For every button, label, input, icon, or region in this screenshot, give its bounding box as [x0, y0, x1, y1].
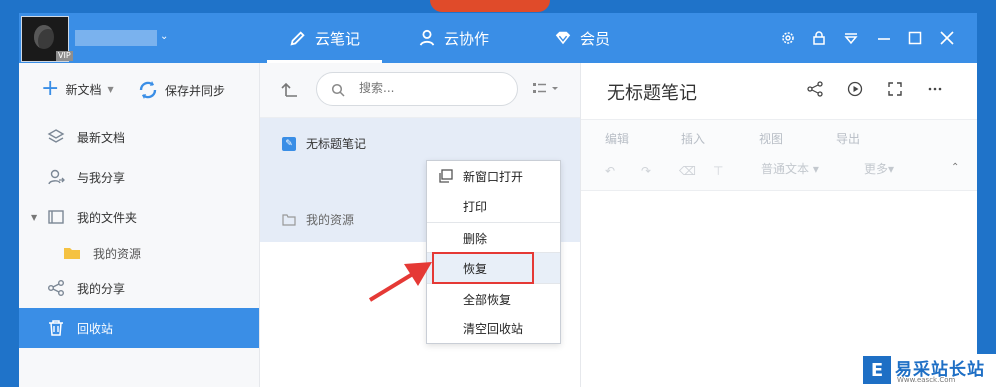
sidebar-item-label: 我的文件夹: [77, 210, 138, 225]
view-mode-button[interactable]: [532, 81, 562, 97]
eraser-icon[interactable]: ⌫: [679, 164, 696, 178]
list-item-folder[interactable]: 我的资源: [282, 211, 354, 228]
desktop-background: [430, 0, 550, 12]
sidebar-item-recent[interactable]: 最新文档: [19, 118, 259, 156]
menu-insert[interactable]: 插入: [681, 130, 705, 147]
context-item-label: 打印: [463, 199, 488, 214]
search-box[interactable]: [316, 72, 518, 106]
tab-collaboration[interactable]: 云协作: [418, 13, 489, 63]
sidebar: + 新文档 ▼ 保存并同步 最新文档 与我分享 ▼ 我的文件夹 我的资源 我的分…: [19, 63, 260, 387]
share-icon[interactable]: [807, 81, 823, 97]
search-input[interactable]: [357, 80, 501, 96]
list-toolbar: [260, 63, 580, 118]
download-icon[interactable]: [843, 30, 859, 46]
sidebar-item-label: 最新文档: [77, 130, 126, 145]
sidebar-item-label: 回收站: [77, 321, 114, 336]
folder-outline-icon: [282, 213, 296, 226]
context-item-label: 全部恢复: [463, 292, 512, 307]
more-icon[interactable]: [927, 81, 943, 97]
list-item-note[interactable]: ✎ 无标题笔记: [282, 135, 366, 152]
list-item-label: 无标题笔记: [306, 137, 367, 151]
vip-badge: VIP: [56, 51, 73, 61]
username-blurred[interactable]: [75, 30, 157, 46]
new-window-icon: [439, 169, 453, 183]
maximize-icon[interactable]: [907, 30, 923, 46]
annotation-arrow: [368, 262, 432, 302]
menu-view[interactable]: 视图: [759, 130, 783, 147]
watermark-url: Www.easck.Com: [897, 376, 956, 384]
plus-icon: +: [41, 76, 60, 101]
more-select[interactable]: 更多▾: [864, 160, 894, 177]
new-document-button[interactable]: + 新文档 ▼: [41, 76, 114, 101]
note-title[interactable]: 无标题笔记: [607, 79, 697, 105]
list-item-label: 我的资源: [306, 213, 355, 227]
gear-icon[interactable]: [780, 30, 796, 46]
context-item-label: 删除: [463, 231, 488, 246]
lock-icon[interactable]: [811, 30, 827, 46]
text-style-value: 普通文本: [761, 162, 810, 176]
editor-menubar: 编辑 插入 视图 导出 ↶ ↷ ⌫ ⊤ 普通文本 ▾ 更多▾ ⌃: [581, 119, 977, 191]
context-item-delete[interactable]: 删除: [427, 223, 560, 253]
sidebar-item-recycle-bin[interactable]: 回收站: [19, 308, 259, 348]
sidebar-item-my-resources[interactable]: 我的资源: [19, 234, 259, 272]
search-icon: [331, 82, 345, 97]
tab-cloud-notes[interactable]: 云笔记: [266, 13, 383, 63]
avatar[interactable]: VIP: [21, 16, 73, 62]
diamond-icon: [555, 31, 571, 45]
menu-edit[interactable]: 编辑: [605, 130, 629, 147]
more-value: 更多: [864, 162, 889, 176]
context-item-print[interactable]: 打印: [427, 191, 560, 221]
sidebar-item-label: 与我分享: [77, 170, 126, 185]
sidebar-item-label: 我的分享: [77, 281, 126, 296]
text-style-select[interactable]: 普通文本 ▾: [761, 160, 819, 177]
title-bar: VIP ⌄ 云笔记 云协作 会员: [19, 13, 977, 63]
watermark: E 易采站长站 Www.easck.Com: [861, 354, 996, 387]
highlight-box: [432, 252, 534, 284]
save-and-sync-button[interactable]: 保存并同步: [137, 79, 225, 101]
folder-icon: [47, 208, 65, 226]
format-painter-icon[interactable]: ⊤: [713, 164, 723, 178]
sidebar-item-my-folders[interactable]: ▼ 我的文件夹: [19, 198, 259, 236]
tab-label: 云协作: [444, 29, 490, 48]
fullscreen-icon[interactable]: [887, 81, 903, 97]
tab-label: 会员: [580, 29, 611, 48]
play-icon[interactable]: [847, 81, 863, 97]
sidebar-item-my-shares[interactable]: 我的分享: [19, 269, 259, 307]
context-item-open-new-window[interactable]: 新窗口打开: [427, 161, 560, 191]
editor-panel: 无标题笔记 编辑 插入 视图 导出 ↶ ↷ ⌫ ⊤ 普通文本 ▾ 更多▾ ⌃: [581, 63, 977, 387]
tab-membership[interactable]: 会员: [554, 13, 610, 63]
close-icon[interactable]: [939, 30, 955, 46]
note-icon: ✎: [282, 136, 296, 151]
sidebar-item-label: 我的资源: [93, 246, 142, 261]
menu-export[interactable]: 导出: [836, 130, 860, 147]
undo-icon[interactable]: ↶: [605, 164, 615, 178]
redo-icon[interactable]: ↷: [641, 164, 651, 178]
collapse-toolbar-icon[interactable]: ⌃: [951, 162, 959, 173]
share-icon: [47, 279, 65, 297]
sync-icon: [139, 81, 157, 99]
user-share-icon: [47, 168, 65, 186]
new-document-label: 新文档: [65, 82, 102, 97]
trash-icon: [47, 319, 65, 337]
watermark-logo: E: [863, 356, 891, 384]
sidebar-item-shared-with-me[interactable]: 与我分享: [19, 158, 259, 196]
context-item-empty-recycle-bin[interactable]: 清空回收站: [427, 313, 560, 343]
person-icon: [419, 29, 435, 46]
pencil-icon: [290, 31, 305, 46]
context-item-label: 清空回收站: [463, 321, 524, 336]
layers-icon: [47, 128, 65, 146]
context-item-restore-all[interactable]: 全部恢复: [427, 284, 560, 314]
tab-label: 云笔记: [315, 29, 361, 48]
chevron-down-icon[interactable]: ⌄: [160, 31, 168, 42]
expand-triangle-icon[interactable]: ▼: [31, 213, 37, 222]
up-level-button[interactable]: [280, 80, 300, 100]
avatar-image: [34, 25, 54, 49]
caret-down-icon: ▼: [107, 84, 114, 94]
save-and-sync-label: 保存并同步: [165, 83, 226, 98]
yellow-folder-icon: [63, 244, 81, 262]
minimize-icon[interactable]: [876, 30, 892, 46]
context-item-label: 新窗口打开: [463, 169, 524, 184]
